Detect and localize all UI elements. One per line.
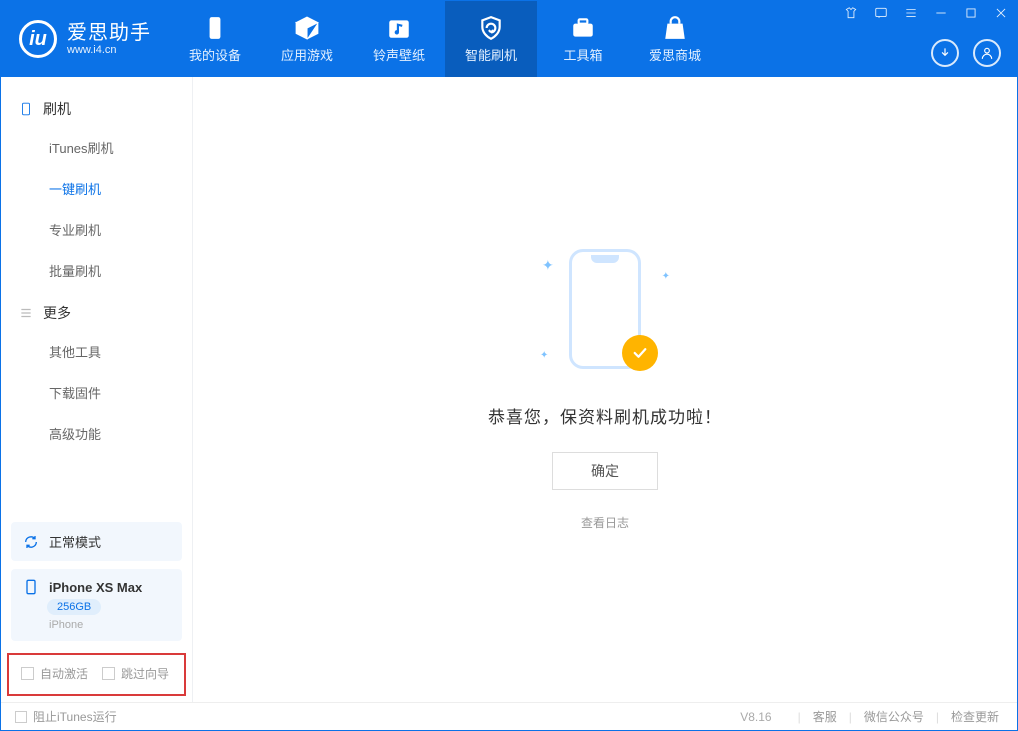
- phone-outline-icon: [19, 102, 33, 116]
- shirt-icon[interactable]: [843, 5, 859, 21]
- mode-card[interactable]: 正常模式: [11, 522, 182, 561]
- cube-icon: [294, 15, 320, 41]
- toolbox-icon: [570, 15, 596, 41]
- main-content: ✦✦✦ 恭喜您，保资料刷机成功啦！ 确定 查看日志: [193, 77, 1017, 702]
- user-button[interactable]: [973, 39, 1001, 67]
- footer: 阻止iTunes运行 V8.16 | 客服 | 微信公众号 | 检查更新: [1, 702, 1017, 730]
- device-icon: [23, 579, 39, 595]
- feedback-icon[interactable]: [873, 5, 889, 21]
- sidebar-item-itunes[interactable]: iTunes刷机: [1, 127, 192, 168]
- bag-icon: [662, 15, 688, 41]
- menu-icon[interactable]: [903, 5, 919, 21]
- sidebar: 刷机 iTunes刷机 一键刷机 专业刷机 批量刷机 更多 其他工具 下载固件 …: [1, 77, 193, 702]
- tab-device[interactable]: 我的设备: [169, 1, 261, 77]
- checkbox-skip-guide[interactable]: 跳过向导: [102, 665, 169, 682]
- sidebar-item-pro[interactable]: 专业刷机: [1, 209, 192, 250]
- tab-flash-label: 智能刷机: [465, 45, 517, 64]
- maximize-button[interactable]: [963, 5, 979, 21]
- footer-link-wechat[interactable]: 微信公众号: [860, 708, 928, 725]
- tab-apps[interactable]: 应用游戏: [261, 1, 353, 77]
- checkbox-block-itunes[interactable]: 阻止iTunes运行: [15, 708, 117, 725]
- tab-tools-label: 工具箱: [563, 45, 602, 64]
- sidebar-group-more: 更多: [1, 291, 192, 331]
- footer-link-update[interactable]: 检查更新: [947, 708, 1003, 725]
- device-card[interactable]: iPhone XS Max 256GB iPhone: [11, 569, 182, 641]
- tab-store-label: 爱思商城: [649, 45, 701, 64]
- app-title: 爱思助手: [67, 22, 151, 44]
- device-storage-badge: 256GB: [47, 599, 101, 615]
- sidebar-item-other[interactable]: 其他工具: [1, 331, 192, 372]
- music-folder-icon: [386, 15, 412, 41]
- tab-store[interactable]: 爱思商城: [629, 1, 721, 77]
- success-illustration: ✦✦✦: [550, 249, 660, 379]
- sidebar-item-firmware[interactable]: 下载固件: [1, 372, 192, 413]
- device-type: iPhone: [49, 619, 83, 631]
- logo: iu 爱思助手 www.i4.cn: [1, 1, 169, 77]
- device-name: iPhone XS Max: [49, 580, 142, 595]
- footer-link-service[interactable]: 客服: [809, 708, 841, 725]
- tab-apps-label: 应用游戏: [281, 45, 333, 64]
- download-button[interactable]: [931, 39, 959, 67]
- check-circle-icon: [622, 335, 658, 371]
- shield-sync-icon: [478, 15, 504, 41]
- app-subtitle: www.i4.cn: [67, 44, 151, 56]
- tab-flash[interactable]: 智能刷机: [445, 1, 537, 77]
- view-log-link[interactable]: 查看日志: [581, 514, 629, 531]
- window-controls: [843, 5, 1009, 21]
- checkbox-auto-activate[interactable]: 自动激活: [21, 665, 88, 682]
- tab-tools[interactable]: 工具箱: [537, 1, 629, 77]
- sidebar-group-flash: 刷机: [1, 87, 192, 127]
- success-message: 恭喜您，保资料刷机成功啦！: [488, 403, 722, 428]
- mode-label: 正常模式: [49, 532, 101, 551]
- close-button[interactable]: [993, 5, 1009, 21]
- highlighted-checkboxes: 自动激活 跳过向导: [7, 653, 186, 696]
- tab-device-label: 我的设备: [189, 45, 241, 64]
- sidebar-item-batch[interactable]: 批量刷机: [1, 250, 192, 291]
- list-icon: [19, 306, 33, 320]
- main-tabs: 我的设备 应用游戏 铃声壁纸 智能刷机 工具箱 爱思商城: [169, 1, 721, 77]
- sidebar-item-oneclick[interactable]: 一键刷机: [1, 168, 192, 209]
- logo-icon: iu: [19, 20, 57, 58]
- version-label: V8.16: [740, 710, 771, 724]
- tab-ring-label: 铃声壁纸: [373, 45, 425, 64]
- header: iu 爱思助手 www.i4.cn 我的设备 应用游戏 铃声壁纸 智能刷机 工具…: [1, 1, 1017, 77]
- tab-ring[interactable]: 铃声壁纸: [353, 1, 445, 77]
- header-round-buttons: [931, 39, 1001, 67]
- minimize-button[interactable]: [933, 5, 949, 21]
- sync-icon: [23, 534, 39, 550]
- phone-icon: [202, 15, 228, 41]
- ok-button[interactable]: 确定: [552, 452, 658, 490]
- sidebar-item-advanced[interactable]: 高级功能: [1, 413, 192, 454]
